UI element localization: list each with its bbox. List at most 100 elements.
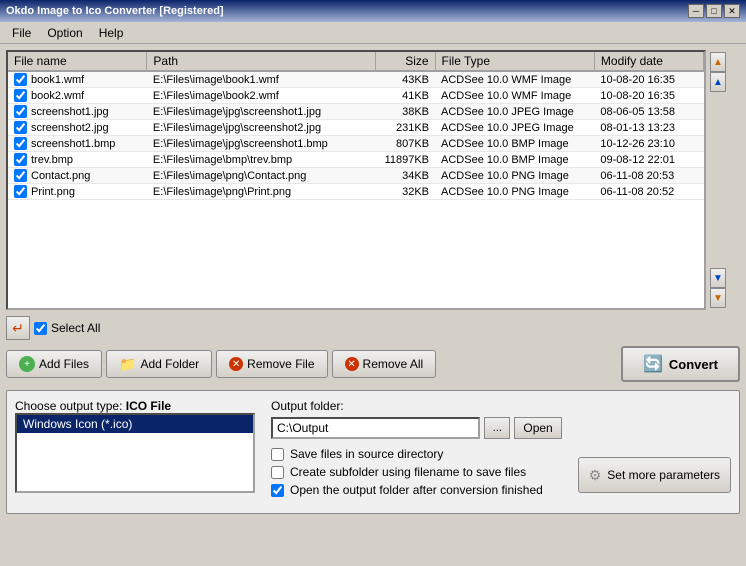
- add-files-button[interactable]: + Add Files: [6, 350, 102, 378]
- folder-icon: 📁: [119, 356, 136, 373]
- scroll-bottom-button[interactable]: ▼: [710, 288, 726, 308]
- cell-path: E:\Files\image\jpg\screenshot2.jpg: [147, 120, 375, 136]
- maximize-button[interactable]: □: [706, 4, 722, 18]
- cell-type: ACDSee 10.0 PNG Image: [435, 168, 594, 184]
- cell-type: ACDSee 10.0 BMP Image: [435, 152, 594, 168]
- add-folder-button[interactable]: 📁 Add Folder: [106, 350, 212, 378]
- output-type-label: Choose output type: ICO File: [15, 399, 255, 413]
- output-panel: Choose output type: ICO File Windows Ico…: [6, 390, 740, 514]
- cell-filename: Print.png: [8, 184, 147, 200]
- cell-path: E:\Files\image\book2.wmf: [147, 88, 375, 104]
- remove-file-button[interactable]: ✕ Remove File: [216, 350, 327, 378]
- checkbox-option-label-0[interactable]: Save files in source directory: [290, 447, 443, 461]
- output-type-list[interactable]: Windows Icon (*.ico): [15, 413, 255, 493]
- cell-date: 09-08-12 22:01: [594, 152, 703, 168]
- title-bar-text: Okdo Image to Ico Converter [Registered]: [6, 5, 224, 17]
- table-row[interactable]: Print.png E:\Files\image\png\Print.png 3…: [8, 184, 704, 200]
- table-row[interactable]: book2.wmf E:\Files\image\book2.wmf 41KB …: [8, 88, 704, 104]
- checkbox-option-label-1[interactable]: Create subfolder using filename to save …: [290, 465, 526, 479]
- convert-icon: 🔄: [643, 354, 663, 374]
- cell-size: 807KB: [375, 136, 435, 152]
- cell-filename: book2.wmf: [8, 88, 147, 104]
- col-filetype: File Type: [435, 52, 594, 71]
- select-all-checkbox[interactable]: [34, 322, 47, 335]
- checkbox-option-label-2[interactable]: Open the output folder after conversion …: [290, 483, 543, 497]
- file-table: File name Path Size File Type Modify dat…: [8, 52, 704, 200]
- open-folder-button[interactable]: Open: [514, 417, 561, 439]
- output-folder-label: Output folder:: [271, 399, 562, 413]
- menu-option[interactable]: Option: [39, 24, 90, 42]
- cell-path: E:\Files\image\png\Contact.png: [147, 168, 375, 184]
- cell-size: 38KB: [375, 104, 435, 120]
- cell-size: 34KB: [375, 168, 435, 184]
- col-path: Path: [147, 52, 375, 71]
- output-type-item-ico[interactable]: Windows Icon (*.ico): [17, 415, 253, 433]
- add-files-icon: +: [19, 356, 35, 372]
- cell-type: ACDSee 10.0 WMF Image: [435, 88, 594, 104]
- cell-type: ACDSee 10.0 BMP Image: [435, 136, 594, 152]
- cell-filename: Contact.png: [8, 168, 147, 184]
- menu-file[interactable]: File: [4, 24, 39, 42]
- cell-date: 10-08-20 16:35: [594, 88, 703, 104]
- table-row[interactable]: book1.wmf E:\Files\image\book1.wmf 43KB …: [8, 71, 704, 88]
- cell-date: 08-06-05 13:58: [594, 104, 703, 120]
- menu-help[interactable]: Help: [91, 24, 132, 42]
- scroll-down-button[interactable]: ▼: [710, 268, 726, 288]
- cell-filename: screenshot1.jpg: [8, 104, 147, 120]
- cell-date: 08-01-13 13:23: [594, 120, 703, 136]
- cell-type: ACDSee 10.0 PNG Image: [435, 184, 594, 200]
- minimize-button[interactable]: ─: [688, 4, 704, 18]
- cell-size: 32KB: [375, 184, 435, 200]
- cell-path: E:\Files\image\book1.wmf: [147, 71, 375, 88]
- scroll-up-button[interactable]: ▲: [710, 72, 726, 92]
- set-more-params-button[interactable]: ⚙ Set more parameters: [578, 457, 731, 493]
- col-size: Size: [375, 52, 435, 71]
- cell-path: E:\Files\image\png\Print.png: [147, 184, 375, 200]
- close-button[interactable]: ✕: [724, 4, 740, 18]
- cell-filename: trev.bmp: [8, 152, 147, 168]
- table-row[interactable]: trev.bmp E:\Files\image\bmp\trev.bmp 118…: [8, 152, 704, 168]
- checkbox-option-0: Save files in source directory: [271, 447, 562, 461]
- browse-folder-button[interactable]: ...: [484, 417, 510, 439]
- table-row[interactable]: screenshot1.bmp E:\Files\image\jpg\scree…: [8, 136, 704, 152]
- table-row[interactable]: screenshot2.jpg E:\Files\image\jpg\scree…: [8, 120, 704, 136]
- row-checkbox-1[interactable]: [14, 89, 27, 102]
- cell-type: ACDSee 10.0 JPEG Image: [435, 120, 594, 136]
- cell-size: 43KB: [375, 71, 435, 88]
- checkbox-option-input-0[interactable]: [271, 448, 284, 461]
- row-checkbox-2[interactable]: [14, 105, 27, 118]
- checkbox-option-2: Open the output folder after conversion …: [271, 483, 562, 497]
- table-row[interactable]: Contact.png E:\Files\image\png\Contact.p…: [8, 168, 704, 184]
- cell-type: ACDSee 10.0 JPEG Image: [435, 104, 594, 120]
- output-folder-input[interactable]: [271, 417, 480, 439]
- cell-date: 06-11-08 20:53: [594, 168, 703, 184]
- scroll-top-button[interactable]: ▲: [710, 52, 726, 72]
- row-checkbox-6[interactable]: [14, 169, 27, 182]
- remove-all-button[interactable]: ✕ Remove All: [332, 350, 437, 378]
- checkbox-option-1: Create subfolder using filename to save …: [271, 465, 562, 479]
- checkbox-option-input-2[interactable]: [271, 484, 284, 497]
- select-all-label[interactable]: Select All: [51, 321, 100, 335]
- file-table-container: File name Path Size File Type Modify dat…: [6, 50, 706, 310]
- row-checkbox-5[interactable]: [14, 153, 27, 166]
- cell-size: 41KB: [375, 88, 435, 104]
- cell-filename: screenshot1.bmp: [8, 136, 147, 152]
- back-button[interactable]: ↵: [6, 316, 30, 340]
- cell-path: E:\Files\image\jpg\screenshot1.jpg: [147, 104, 375, 120]
- cell-filename: book1.wmf: [8, 71, 147, 88]
- cell-size: 231KB: [375, 120, 435, 136]
- cell-path: E:\Files\image\jpg\screenshot1.bmp: [147, 136, 375, 152]
- cell-path: E:\Files\image\bmp\trev.bmp: [147, 152, 375, 168]
- col-filename: File name: [8, 52, 147, 71]
- cell-date: 10-08-20 16:35: [594, 71, 703, 88]
- row-checkbox-0[interactable]: [14, 73, 27, 86]
- checkbox-option-input-1[interactable]: [271, 466, 284, 479]
- row-checkbox-3[interactable]: [14, 121, 27, 134]
- cell-date: 06-11-08 20:52: [594, 184, 703, 200]
- title-bar: Okdo Image to Ico Converter [Registered]…: [0, 0, 746, 22]
- table-row[interactable]: screenshot1.jpg E:\Files\image\jpg\scree…: [8, 104, 704, 120]
- row-checkbox-4[interactable]: [14, 137, 27, 150]
- row-checkbox-7[interactable]: [14, 185, 27, 198]
- cell-filename: screenshot2.jpg: [8, 120, 147, 136]
- convert-button[interactable]: 🔄 Convert: [621, 346, 740, 382]
